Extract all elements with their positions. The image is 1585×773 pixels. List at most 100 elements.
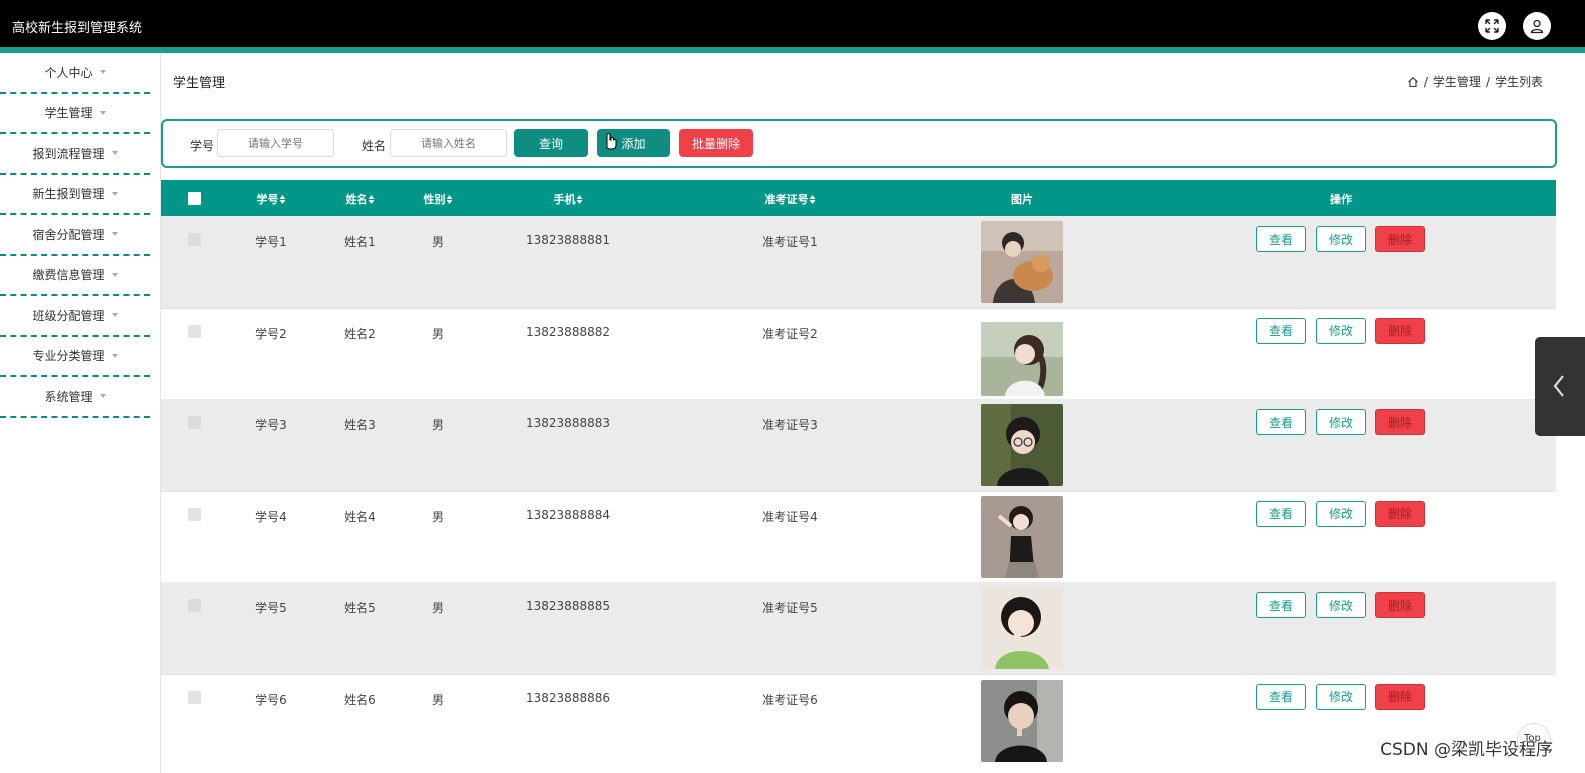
table-row: 学号5 姓名5 男 13823888885 准考证号5 查看 修改 删除 xyxy=(161,582,1556,675)
cell-exam-no: 准考证号5 xyxy=(762,601,818,615)
delete-button[interactable]: 删除 xyxy=(1375,592,1425,618)
view-button[interactable]: 查看 xyxy=(1256,500,1306,527)
cell-gender: 男 xyxy=(431,692,445,707)
row-checkbox[interactable] xyxy=(188,324,201,338)
sidebar-item-major-category[interactable]: 专业分类管理 xyxy=(0,337,150,377)
edit-button[interactable]: 修改 xyxy=(1316,683,1366,710)
sort-icon xyxy=(809,194,816,204)
table-row: 学号4 姓名4 男 13823888884 准考证号4 查看 修改 删除 xyxy=(161,491,1556,583)
photo-thumbnail xyxy=(981,221,1063,303)
row-checkbox[interactable] xyxy=(188,690,201,704)
cell-phone: 13823888883 xyxy=(526,416,610,430)
row-checkbox[interactable] xyxy=(188,233,201,246)
app-title: 高校新生报到管理系统 xyxy=(12,21,143,36)
view-button[interactable]: 查看 xyxy=(1256,683,1306,710)
sidebar-item-personal-center[interactable]: 个人中心 xyxy=(0,53,150,94)
delete-button[interactable]: 删除 xyxy=(1375,317,1425,344)
column-header-student-no[interactable]: 学号 xyxy=(257,191,286,207)
hand-cursor-icon xyxy=(606,133,617,150)
column-header-gender[interactable]: 性别 xyxy=(424,191,453,207)
sidebar-item-registration-process[interactable]: 报到流程管理 xyxy=(0,134,150,175)
student-photo[interactable] xyxy=(981,495,1063,578)
query-button[interactable]: 查询 xyxy=(514,129,588,157)
student-photo[interactable] xyxy=(981,221,1063,303)
sidebar: 个人中心 学生管理 报到流程管理 新生报到管理 宿舍分配管理 缴费信息管理 班级… xyxy=(0,53,150,418)
student-photo[interactable] xyxy=(981,587,1063,669)
student-photo[interactable] xyxy=(981,404,1063,486)
student-no-input[interactable] xyxy=(217,129,334,157)
select-all-checkbox[interactable] xyxy=(188,192,201,205)
cell-student-no: 学号3 xyxy=(255,418,287,432)
caret-down-icon xyxy=(111,191,118,196)
row-checkbox[interactable] xyxy=(188,599,201,612)
breadcrumb-separator: / xyxy=(1423,74,1428,89)
row-checkbox[interactable] xyxy=(188,416,201,429)
row-checkbox[interactable] xyxy=(188,507,201,521)
breadcrumb-separator: / xyxy=(1485,74,1490,89)
view-button[interactable]: 查看 xyxy=(1256,409,1306,435)
table-row: 学号2 姓名2 男 13823888882 准考证号2 查看 修改 删除 xyxy=(161,308,1556,400)
cell-student-no: 学号6 xyxy=(255,692,287,707)
breadcrumb-section[interactable]: 学生管理 xyxy=(1433,73,1481,90)
cell-student-no: 学号1 xyxy=(255,235,287,249)
sidebar-item-system-management[interactable]: 系统管理 xyxy=(0,377,150,418)
sidebar-item-dormitory-allocation[interactable]: 宿舍分配管理 xyxy=(0,215,150,256)
sort-icon xyxy=(446,194,453,204)
table-header: 学号 姓名 性别 手机 准考证号 图片 操作 xyxy=(161,180,1556,216)
view-button[interactable]: 查看 xyxy=(1256,226,1306,252)
breadcrumb-current: 学生列表 xyxy=(1494,75,1543,89)
cell-name: 姓名3 xyxy=(344,418,376,432)
edit-button[interactable]: 修改 xyxy=(1316,592,1366,618)
cell-name: 姓名2 xyxy=(344,326,376,341)
sort-icon xyxy=(576,194,583,204)
search-panel: 学号 姓名 查询 添加 批量删除 xyxy=(161,119,1557,168)
edit-button[interactable]: 修改 xyxy=(1316,409,1366,435)
sidebar-item-student-management[interactable]: 学生管理 xyxy=(0,94,150,134)
caret-down-icon xyxy=(111,151,118,156)
cell-gender: 男 xyxy=(431,601,445,615)
page-title: 学生管理 xyxy=(173,76,226,91)
delete-button[interactable]: 删除 xyxy=(1375,226,1425,252)
home-icon[interactable] xyxy=(1407,76,1419,88)
view-button[interactable]: 查看 xyxy=(1256,592,1306,618)
edit-button[interactable]: 修改 xyxy=(1316,226,1366,252)
cell-phone: 13823888884 xyxy=(526,507,610,522)
sidebar-item-freshman-registration[interactable]: 新生报到管理 xyxy=(0,175,150,215)
column-header-exam-no[interactable]: 准考证号 xyxy=(765,191,816,207)
table-row: 学号6 姓名6 男 13823888886 准考证号6 查看 修改 删除 xyxy=(161,674,1556,773)
student-photo[interactable] xyxy=(981,679,1063,762)
delete-button[interactable]: 删除 xyxy=(1375,409,1425,435)
edit-button[interactable]: 修改 xyxy=(1316,500,1366,527)
user-icon xyxy=(1530,19,1544,34)
caret-down-icon xyxy=(99,394,106,399)
column-header-phone[interactable]: 手机 xyxy=(554,191,583,207)
cell-exam-no: 准考证号6 xyxy=(762,692,818,707)
delete-button[interactable]: 删除 xyxy=(1375,683,1425,710)
view-button[interactable]: 查看 xyxy=(1256,317,1306,344)
photo-thumbnail xyxy=(981,495,1063,578)
photo-thumbnail xyxy=(981,679,1063,762)
cell-gender: 男 xyxy=(431,509,445,524)
user-button[interactable] xyxy=(1523,12,1551,40)
cell-name: 姓名5 xyxy=(344,601,376,615)
batch-delete-button[interactable]: 批量删除 xyxy=(679,129,753,157)
top-bar: 高校新生报到管理系统 xyxy=(0,0,1585,47)
collapse-panel-tab[interactable] xyxy=(1535,337,1585,436)
sort-icon xyxy=(279,194,286,204)
delete-button[interactable]: 删除 xyxy=(1375,500,1425,527)
sidebar-item-class-allocation[interactable]: 班级分配管理 xyxy=(0,296,150,337)
sidebar-item-payment-info[interactable]: 缴费信息管理 xyxy=(0,256,150,296)
column-header-photo: 图片 xyxy=(1011,193,1033,206)
sort-icon xyxy=(368,194,375,204)
edit-button[interactable]: 修改 xyxy=(1316,317,1366,344)
name-input[interactable] xyxy=(390,129,507,157)
cell-phone: 13823888882 xyxy=(526,324,610,339)
student-no-label: 学号 xyxy=(190,139,215,153)
column-header-name[interactable]: 姓名 xyxy=(346,191,375,207)
photo-thumbnail xyxy=(981,587,1063,669)
caret-down-icon xyxy=(99,70,106,75)
caret-down-icon xyxy=(99,110,106,115)
photo-thumbnail xyxy=(981,404,1063,486)
fullscreen-button[interactable] xyxy=(1478,12,1506,40)
student-photo[interactable] xyxy=(981,321,1063,396)
